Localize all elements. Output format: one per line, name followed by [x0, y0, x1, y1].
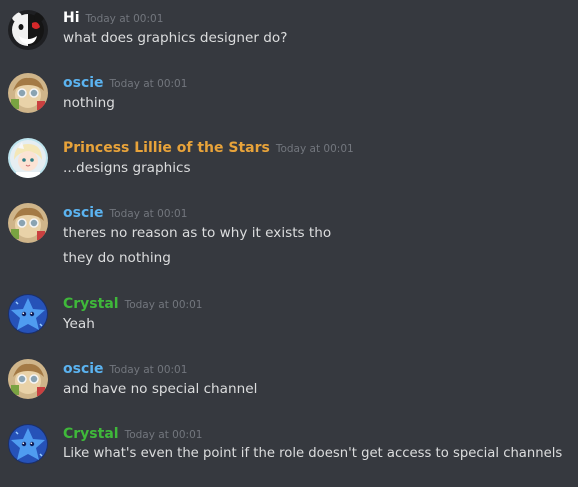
anime-character-avatar-icon[interactable] [8, 73, 48, 113]
message-header: Crystal Today at 00:01 [63, 294, 202, 312]
username[interactable]: oscie [63, 75, 104, 91]
message-header: oscie Today at 00:01 [63, 73, 187, 91]
timestamp: Today at 00:01 [109, 78, 188, 90]
timestamp: Today at 00:01 [124, 429, 203, 441]
username[interactable]: Crystal [63, 296, 119, 312]
message-header: oscie Today at 00:01 [63, 359, 187, 377]
blue-star-avatar-icon[interactable] [8, 294, 48, 334]
timestamp: Today at 00:01 [109, 364, 188, 376]
anime-character-avatar-icon[interactable] [8, 203, 48, 243]
message-text: Like what's even the point if the role d… [63, 446, 563, 461]
message-text: ...designs graphics [63, 160, 191, 176]
username[interactable]: Crystal [63, 426, 119, 442]
message-text: what does graphics designer do? [63, 30, 288, 46]
timestamp: Today at 00:01 [275, 143, 354, 155]
anime-character-avatar-icon[interactable] [8, 359, 48, 399]
username[interactable]: oscie [63, 205, 104, 221]
message-text: and have no special channel [63, 381, 258, 397]
message-text: nothing [63, 95, 115, 111]
timestamp: Today at 00:01 [85, 13, 164, 25]
username[interactable]: Princess Lillie of the Stars [63, 140, 270, 156]
lillie-avatar-icon[interactable] [8, 138, 48, 178]
message-header: Crystal Today at 00:01 [63, 424, 202, 442]
message-header: oscie Today at 00:01 [63, 203, 187, 221]
monokuma-avatar-icon[interactable] [8, 10, 48, 50]
message-header: Princess Lillie of the Stars Today at 00:… [63, 138, 354, 156]
message-header: Hi Today at 00:01 [63, 8, 163, 26]
username[interactable]: oscie [63, 361, 104, 377]
message-text: Yeah [63, 316, 95, 332]
message-text: theres no reason as to why it exists tho [63, 225, 332, 241]
timestamp: Today at 00:01 [124, 299, 203, 311]
message-text: they do nothing [63, 250, 171, 266]
timestamp: Today at 00:01 [109, 208, 188, 220]
blue-star-avatar-icon[interactable] [8, 424, 48, 464]
username[interactable]: Hi [63, 10, 80, 26]
